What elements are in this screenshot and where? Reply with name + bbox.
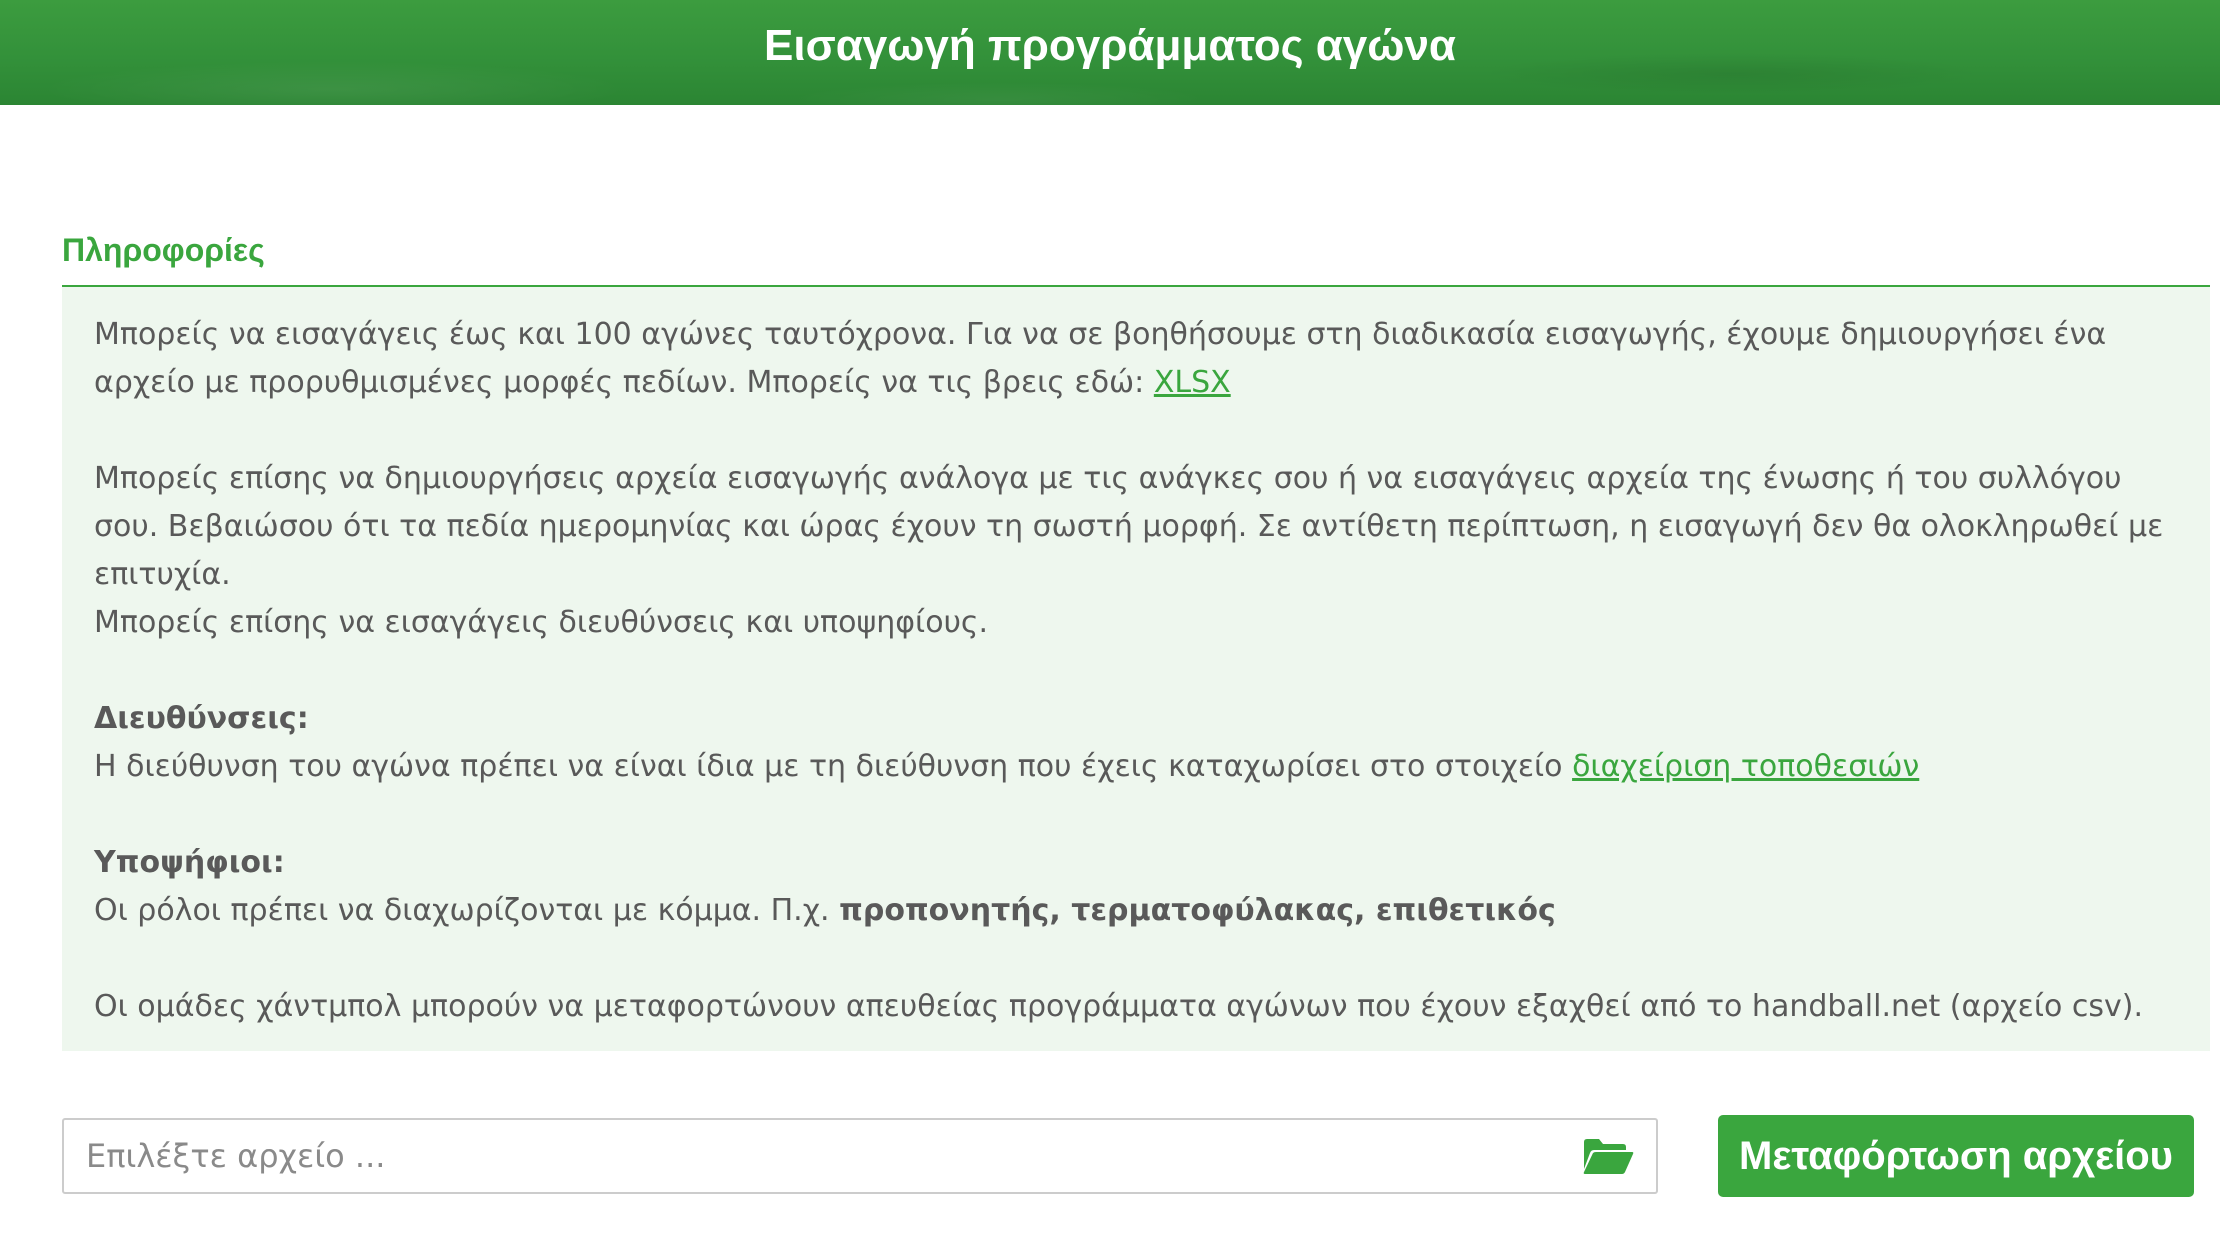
file-select-placeholder: Επιλέξτε αρχείο ...: [86, 1137, 386, 1175]
xlsx-template-link[interactable]: XLSX: [1154, 365, 1231, 400]
info-paragraph-custom-files: Μπορείς επίσης να δημιουργήσεις αρχεία ε…: [94, 461, 2164, 592]
candidates-text: Οι ρόλοι πρέπει να διαχωρίζονται με κόμμ…: [94, 893, 840, 928]
file-select-input[interactable]: Επιλέξτε αρχείο ...: [62, 1118, 1658, 1194]
folder-open-icon[interactable]: [1582, 1136, 1634, 1176]
candidates-paragraph: Οι ρόλοι πρέπει να διαχωρίζονται με κόμμ…: [94, 887, 2178, 935]
addresses-heading-text: Διευθύνσεις:: [94, 701, 309, 736]
candidates-example: προπονητής, τερματοφύλακας, επιθετικός: [839, 893, 1556, 928]
upload-file-button[interactable]: Μεταφόρτωση αρχείου: [1718, 1115, 2194, 1197]
info-paragraph-addresses-candidates: Μπορείς επίσης να εισαγάγεις διευθύνσεις…: [94, 605, 989, 640]
candidates-heading: Υποψήφιοι:: [94, 839, 2178, 887]
candidates-heading-text: Υποψήφιοι:: [94, 845, 285, 880]
info-paragraph-template: Μπορείς να εισαγάγεις έως και 100 αγώνες…: [94, 311, 2178, 407]
page-header: Εισαγωγή προγράμματος αγώνα: [0, 0, 2220, 105]
template-text: Μπορείς να εισαγάγεις έως και 100 αγώνες…: [94, 317, 2107, 400]
info-panel: Μπορείς να εισαγάγεις έως και 100 αγώνες…: [62, 287, 2210, 1051]
addresses-text: Η διεύθυνση του αγώνα πρέπει να είναι ίδ…: [94, 749, 1573, 784]
addresses-paragraph: Η διεύθυνση του αγώνα πρέπει να είναι ίδ…: [94, 743, 2178, 791]
location-management-link[interactable]: διαχείριση τοποθεσιών: [1572, 749, 1919, 784]
page-title: Εισαγωγή προγράμματος αγώνα: [764, 20, 1456, 70]
info-section-title: Πληροφορίες: [62, 232, 265, 268]
addresses-heading: Διευθύνσεις:: [94, 695, 2178, 743]
handball-paragraph: Οι ομάδες χάντμπολ μπορούν να μεταφορτών…: [94, 989, 2144, 1024]
